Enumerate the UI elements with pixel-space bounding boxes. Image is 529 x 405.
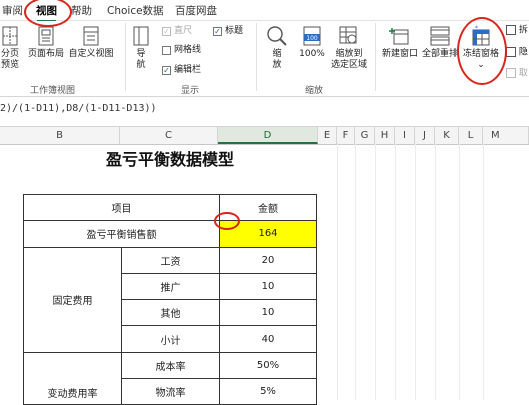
tab-review[interactable]: 审阅	[2, 3, 23, 18]
gridline	[435, 143, 436, 400]
arrange-all-icon	[430, 26, 450, 46]
headings-check-box: ✓	[213, 26, 222, 36]
custom-view-button[interactable]: 自定义视图	[66, 25, 116, 60]
formula-bar-checkbox[interactable]: ✓ 编辑栏	[162, 64, 201, 76]
split-button[interactable]: 拆	[506, 25, 529, 37]
sheet-title: 盈亏平衡数据模型	[105, 150, 234, 169]
ribbon-tab-bar: 审阅 视图 帮助 Choice数据 百度网盘	[0, 0, 529, 22]
formula-bar[interactable]: 2)/(1-D11),D8/(1-D11-D13))	[0, 103, 529, 121]
variable-costs-group-cell[interactable]: 变动费用率	[23, 351, 122, 405]
table-row: 项目 金额	[23, 193, 317, 222]
gridlines-checkbox[interactable]: 网格线	[162, 44, 201, 56]
table-row: 变动费用率 成本率 50%	[23, 351, 317, 405]
variable-cost-label-cell[interactable]: 物流率	[121, 378, 220, 405]
variable-cost-value-cell[interactable]: 5%	[219, 378, 317, 405]
annotation-circle-freeze-panes	[457, 17, 507, 85]
breakeven-label-cell[interactable]: 盈亏平衡销售额	[23, 220, 220, 248]
gridline	[355, 143, 356, 400]
new-window-icon	[389, 28, 409, 45]
split-icon	[506, 25, 516, 35]
ruler-check-box: ✓	[162, 26, 171, 36]
annotation-circle-cell-d4	[214, 212, 240, 230]
group-label-workbook-views: 工作簿视图	[30, 86, 76, 96]
group-label-show: 显示	[181, 86, 200, 96]
formula-text: 2)/(1-D11),D8/(1-D11-D13))	[0, 103, 157, 114]
headings-checkbox[interactable]: ✓ 标题	[213, 25, 243, 37]
fixed-cost-value-cell[interactable]: 10	[219, 272, 317, 301]
ruler-checkbox[interactable]: ✓ 直尺	[162, 25, 192, 37]
page-break-preview-button[interactable]: 分页 预览	[0, 25, 22, 71]
gridline	[395, 143, 396, 400]
tab-help[interactable]: 帮助	[71, 3, 92, 18]
gridlines-check-box	[162, 45, 171, 55]
fixed-cost-value-cell[interactable]: 10	[219, 299, 317, 327]
formula-bar-check-box: ✓	[162, 65, 171, 75]
gridline	[375, 143, 376, 400]
column-header-m[interactable]: M	[483, 127, 529, 144]
fixed-cost-label-cell[interactable]: 其他	[121, 299, 220, 327]
zoom-button[interactable]: 缩 放	[262, 25, 292, 71]
fixed-cost-label-cell[interactable]: 工资	[121, 246, 220, 274]
ribbon-divider	[256, 23, 257, 91]
zoom-selection-icon	[339, 26, 357, 44]
page-layout-button[interactable]: 页面布局	[26, 25, 66, 60]
gridline	[415, 143, 416, 400]
unhide-button[interactable]: 取	[506, 68, 529, 80]
column-header-e[interactable]: E	[318, 127, 337, 144]
gridline	[483, 143, 484, 400]
column-header-b[interactable]: B	[0, 127, 120, 144]
hide-button[interactable]: 隐	[506, 47, 529, 59]
custom-view-icon	[83, 26, 99, 46]
header-item-cell[interactable]: 项目	[23, 193, 220, 222]
column-header-k[interactable]: K	[435, 127, 459, 144]
table-row: 固定费用 工资 20	[23, 246, 317, 353]
hide-icon	[506, 47, 516, 57]
fixed-cost-value-cell[interactable]: 40	[219, 325, 317, 353]
new-window-button[interactable]: 新建窗口	[380, 25, 420, 60]
navigation-pane-icon	[133, 26, 149, 46]
variable-cost-label-cell[interactable]: 成本率	[121, 351, 220, 380]
zoom-100-button[interactable]: 100 100%	[295, 25, 329, 60]
breakeven-model-table: 项目 金额 盈亏平衡销售额 164 固定费用 工资 20 推广 10 其他 10…	[23, 193, 317, 405]
page-break-preview-icon	[2, 26, 18, 46]
arrange-all-button[interactable]: 全部重排	[420, 25, 460, 60]
ribbon-divider	[375, 23, 376, 91]
tab-baidu-netdisk[interactable]: 百度网盘	[175, 3, 217, 18]
fixed-cost-label-cell[interactable]: 小计	[121, 325, 220, 353]
column-header-c[interactable]: C	[120, 127, 218, 144]
gridline	[459, 143, 460, 400]
gridline	[337, 143, 338, 400]
column-header-row: B C D E F G H I J K L M	[0, 126, 529, 145]
variable-cost-value-cell[interactable]: 50%	[219, 351, 317, 380]
zoom-100-icon: 100	[303, 26, 321, 46]
page-layout-icon	[38, 26, 54, 46]
ribbon: 分页 预览 页面布局 自定义视图 工作簿视图 导 航 ✓ 直尺 网格线 ✓ 编辑…	[0, 21, 529, 97]
column-header-f[interactable]: F	[337, 127, 355, 144]
ribbon-divider	[125, 23, 126, 91]
magnifier-icon	[267, 26, 287, 46]
column-header-i[interactable]: I	[395, 127, 415, 144]
tab-choice-data[interactable]: Choice数据	[107, 3, 164, 18]
unhide-icon	[506, 68, 516, 78]
navigation-button[interactable]: 导 航	[130, 25, 152, 71]
svg-text:100: 100	[306, 35, 318, 42]
fixed-cost-value-cell[interactable]: 20	[219, 246, 317, 274]
column-header-d[interactable]: D	[218, 127, 318, 144]
column-header-g[interactable]: G	[355, 127, 375, 144]
column-header-h[interactable]: H	[375, 127, 395, 144]
group-label-zoom: 缩放	[305, 86, 324, 96]
fixed-costs-group-cell[interactable]: 固定费用	[23, 246, 122, 353]
table-row: 盈亏平衡销售额 164	[23, 220, 317, 248]
column-header-j[interactable]: J	[415, 127, 435, 144]
fixed-cost-label-cell[interactable]: 推广	[121, 272, 220, 301]
column-header-l[interactable]: L	[459, 127, 483, 144]
zoom-to-selection-button[interactable]: 缩放到 选定区域	[326, 25, 372, 71]
